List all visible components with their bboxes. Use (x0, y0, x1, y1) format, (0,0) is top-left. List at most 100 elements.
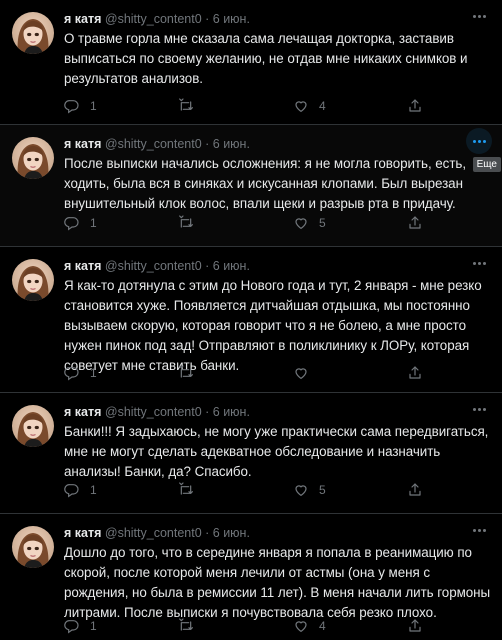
share-icon (407, 618, 423, 634)
retweet-button[interactable] (178, 617, 204, 635)
tweet-text: О травме горла мне сказала сама лечащая … (64, 31, 468, 86)
tweet-date[interactable]: 6 июн. (213, 405, 250, 419)
meta-separator: · (201, 259, 213, 273)
tweet-header: я катя @shitty_content0 · 6 июн. (64, 258, 490, 274)
like-count: 4 (319, 619, 326, 633)
like-count: 4 (319, 99, 326, 113)
reply-button[interactable]: 1 (64, 97, 97, 115)
like-icon (293, 215, 309, 231)
author-handle[interactable]: @shitty_content0 (105, 405, 202, 419)
reply-button[interactable]: 1 (64, 214, 97, 232)
tweet[interactable]: я катя @shitty_content0 · 6 июн. Я как-то… (0, 247, 502, 393)
tweet[interactable]: я катя @shitty_content0 · 6 июн. Дошло до… (0, 514, 502, 640)
tweet-text: Я как-то дотянула с этим до Нового года … (64, 278, 482, 373)
share-button[interactable] (407, 214, 423, 232)
share-button[interactable] (407, 97, 423, 115)
meta-separator: · (201, 526, 213, 540)
more-dots-icon[interactable] (466, 128, 492, 154)
reply-count: 1 (90, 483, 97, 497)
reply-count: 1 (90, 619, 97, 633)
reply-icon (64, 482, 80, 498)
tweet-actions: 15 (64, 214, 484, 232)
avatar[interactable] (12, 12, 54, 54)
tweet-text: Банки!!! Я задыхаюсь, не могу уже практи… (64, 424, 489, 479)
reply-count: 1 (90, 99, 97, 113)
tweet-date[interactable]: 6 июн. (213, 12, 250, 26)
retweet-icon (178, 365, 194, 381)
reply-button[interactable]: 1 (64, 617, 97, 635)
retweet-icon (178, 482, 194, 498)
like-button[interactable]: 5 (293, 214, 326, 232)
tweet-date[interactable]: 6 июн. (213, 526, 250, 540)
share-button[interactable] (407, 617, 423, 635)
author-handle[interactable]: @shitty_content0 (105, 259, 202, 273)
author-name[interactable]: я катя (64, 405, 101, 419)
more-dots-icon[interactable] (466, 396, 492, 422)
author-name[interactable]: я катя (64, 526, 101, 540)
like-button[interactable]: 4 (293, 97, 326, 115)
retweet-icon (178, 618, 194, 634)
share-button[interactable] (407, 364, 423, 382)
share-icon (407, 215, 423, 231)
retweet-icon (178, 215, 194, 231)
tweet-actions: 14 (64, 97, 484, 115)
like-button[interactable]: 5 (293, 481, 326, 499)
retweet-button[interactable] (178, 364, 204, 382)
tweet-actions: 14 (64, 617, 484, 635)
author-name[interactable]: я катя (64, 259, 101, 273)
like-button[interactable] (293, 364, 319, 382)
reply-button[interactable]: 1 (64, 481, 97, 499)
retweet-button[interactable] (178, 481, 204, 499)
share-icon (407, 482, 423, 498)
avatar[interactable] (12, 526, 54, 568)
like-icon (293, 98, 309, 114)
reply-button[interactable]: 1 (64, 364, 97, 382)
avatar[interactable] (12, 259, 54, 301)
reply-icon (64, 98, 80, 114)
author-name[interactable]: я катя (64, 137, 101, 151)
tweet-actions: 15 (64, 481, 484, 499)
reply-icon (64, 618, 80, 634)
more-dots-icon[interactable] (466, 517, 492, 543)
tweet-actions: 1 (64, 364, 484, 382)
like-icon (293, 482, 309, 498)
reply-count: 1 (90, 366, 97, 380)
tweet-header: я катя @shitty_content0 · 6 июн. (64, 136, 490, 152)
like-icon (293, 365, 309, 381)
retweet-button[interactable] (178, 97, 204, 115)
tweet-header: я катя @shitty_content0 · 6 июн. (64, 11, 490, 27)
tweet-header: я катя @shitty_content0 · 6 июн. (64, 404, 490, 420)
tweet-date[interactable]: 6 июн. (213, 259, 250, 273)
share-button[interactable] (407, 481, 423, 499)
avatar[interactable] (12, 405, 54, 447)
tweet[interactable]: я катя @shitty_content0 · 6 июн. Еще После… (0, 125, 502, 247)
like-icon (293, 618, 309, 634)
reply-icon (64, 215, 80, 231)
tweet-header: я катя @shitty_content0 · 6 июн. (64, 525, 490, 541)
share-icon (407, 365, 423, 381)
tweet-date[interactable]: 6 июн. (213, 137, 250, 151)
author-handle[interactable]: @shitty_content0 (105, 137, 202, 151)
reply-count: 1 (90, 216, 97, 230)
more-dots-icon[interactable] (466, 250, 492, 276)
meta-separator: · (201, 137, 213, 151)
author-handle[interactable]: @shitty_content0 (105, 12, 202, 26)
tweet-text: Дошло до того, что в середине января я п… (64, 545, 491, 620)
retweet-button[interactable] (178, 214, 204, 232)
tweet-feed: я катя @shitty_content0 · 6 июн. О травме… (0, 0, 502, 640)
tweet-text: После выписки начались осложнения: я не … (64, 156, 467, 211)
tweet[interactable]: я катя @shitty_content0 · 6 июн. О травме… (0, 0, 502, 125)
meta-separator: · (201, 405, 213, 419)
more-dots-icon[interactable] (466, 3, 492, 29)
like-count: 5 (319, 483, 326, 497)
meta-separator: · (201, 12, 213, 26)
like-count: 5 (319, 216, 326, 230)
author-handle[interactable]: @shitty_content0 (105, 526, 202, 540)
tweet[interactable]: я катя @shitty_content0 · 6 июн. Банки!!!… (0, 393, 502, 514)
avatar[interactable] (12, 137, 54, 179)
like-button[interactable]: 4 (293, 617, 326, 635)
reply-icon (64, 365, 80, 381)
share-icon (407, 98, 423, 114)
retweet-icon (178, 98, 194, 114)
author-name[interactable]: я катя (64, 12, 101, 26)
